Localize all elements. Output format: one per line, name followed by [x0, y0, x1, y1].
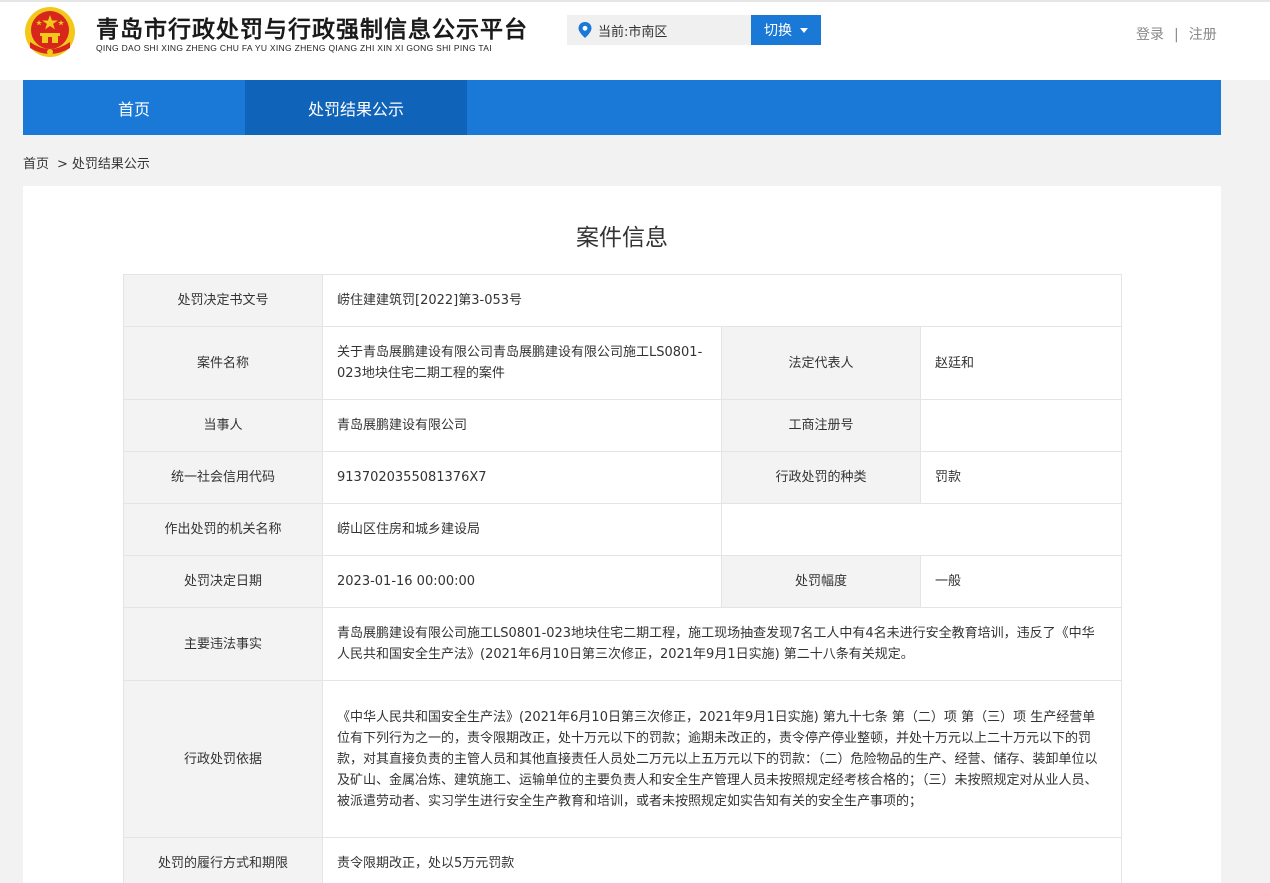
decision-date-label: 处罚决定日期 — [123, 555, 323, 608]
register-link[interactable]: 注册 — [1189, 27, 1217, 43]
nav-item-home[interactable]: 首页 — [23, 80, 245, 135]
breadcrumb-separator: > — [57, 157, 68, 172]
party-value: 青岛展鹏建设有限公司 — [322, 399, 722, 452]
table-row: 处罚决定日期 2023-01-16 00:00:00 处罚幅度 一般 — [123, 555, 1123, 608]
national-emblem-icon — [25, 7, 75, 57]
top-header: 青岛市行政处罚与行政强制信息公示平台 QING DAO SHI XING ZHE… — [0, 0, 1270, 80]
auth-separator: | — [1174, 27, 1179, 43]
credit-code-label: 统一社会信用代码 — [123, 451, 323, 504]
login-link[interactable]: 登录 — [1136, 27, 1164, 43]
decision-date-value: 2023-01-16 00:00:00 — [322, 555, 722, 608]
doc-no-label: 处罚决定书文号 — [123, 274, 323, 327]
auth-links: 登录 | 注册 — [1136, 24, 1217, 44]
case-name-label: 案件名称 — [123, 326, 323, 400]
biz-reg-value — [919, 399, 1123, 452]
case-info-table: 处罚决定书文号 崂住建建筑罚[2022]第3-053号 案件名称 关于青岛展鹏建… — [123, 274, 1123, 883]
legal-rep-label: 法定代表人 — [721, 326, 921, 400]
page-title: 案件信息 — [576, 225, 668, 251]
legal-rep-value: 赵廷和 — [919, 326, 1123, 400]
main-nav: 首页 处罚结果公示 — [23, 80, 1221, 135]
current-location-text: 当前:市南区 — [598, 24, 668, 40]
table-row: 作出处罚的机关名称 崂山区住房和城乡建设局 — [123, 503, 1123, 556]
basis-value: 《中华人民共和国安全生产法》(2021年6月10日第三次修正，2021年9月1日… — [321, 680, 1123, 838]
credit-code-value: 9137020355081376X7 — [322, 451, 722, 504]
breadcrumb-current[interactable]: 处罚结果公示 — [72, 157, 150, 172]
breadcrumb-home[interactable]: 首页 — [23, 157, 49, 172]
table-row: 处罚决定书文号 崂住建建筑罚[2022]第3-053号 — [123, 274, 1123, 327]
table-row: 统一社会信用代码 9137020355081376X7 行政处罚的种类 罚款 — [123, 451, 1123, 504]
nav-item-penalty-results[interactable]: 处罚结果公示 — [245, 80, 467, 135]
breadcrumb: 首页 > 处罚结果公示 — [23, 153, 150, 172]
doc-no-value: 崂住建建筑罚[2022]第3-053号 — [321, 274, 1123, 327]
table-row: 案件名称 关于青岛展鹏建设有限公司青岛展鹏建设有限公司施工LS0801-023地… — [123, 326, 1123, 400]
current-location: 当前:市南区 — [567, 15, 751, 45]
location-pin-icon — [578, 22, 592, 38]
authority-label: 作出处罚的机关名称 — [123, 503, 323, 556]
basis-label: 行政处罚依据 — [123, 680, 323, 838]
top-edge — [0, 0, 1270, 2]
degree-label: 处罚幅度 — [721, 555, 921, 608]
case-info-panel: 案件信息 处罚决定书文号 崂住建建筑罚[2022]第3-053号 案件名称 关于… — [23, 186, 1221, 883]
party-label: 当事人 — [123, 399, 323, 452]
table-row: 行政处罚依据 《中华人民共和国安全生产法》(2021年6月10日第三次修正，20… — [123, 680, 1123, 838]
facts-label: 主要违法事实 — [123, 607, 323, 681]
biz-reg-label: 工商注册号 — [721, 399, 921, 452]
switch-region-button[interactable]: 切换 — [751, 15, 821, 45]
penalty-type-label: 行政处罚的种类 — [721, 451, 921, 504]
facts-value: 青岛展鹏建设有限公司施工LS0801-023地块住宅二期工程，施工现场抽查发现7… — [321, 607, 1123, 681]
site-title: 青岛市行政处罚与行政强制信息公示平台 — [96, 17, 528, 43]
table-row: 处罚的履行方式和期限 责令限期改正，处以5万元罚款 — [123, 837, 1123, 883]
penalty-type-value: 罚款 — [919, 451, 1123, 504]
switch-region-label: 切换 — [764, 23, 792, 39]
execution-label: 处罚的履行方式和期限 — [123, 837, 323, 883]
site-title-pinyin: QING DAO SHI XING ZHENG CHU FA YU XING Z… — [96, 43, 492, 53]
degree-value: 一般 — [919, 555, 1123, 608]
table-row: 主要违法事实 青岛展鹏建设有限公司施工LS0801-023地块住宅二期工程，施工… — [123, 607, 1123, 681]
authority-value: 崂山区住房和城乡建设局 — [322, 503, 722, 556]
execution-value: 责令限期改正，处以5万元罚款 — [321, 837, 1123, 883]
empty-cell — [720, 503, 1123, 556]
caret-down-icon — [800, 27, 808, 33]
case-name-value: 关于青岛展鹏建设有限公司青岛展鹏建设有限公司施工LS0801-023地块住宅二期… — [322, 326, 722, 400]
table-row: 当事人 青岛展鹏建设有限公司 工商注册号 — [123, 399, 1123, 452]
